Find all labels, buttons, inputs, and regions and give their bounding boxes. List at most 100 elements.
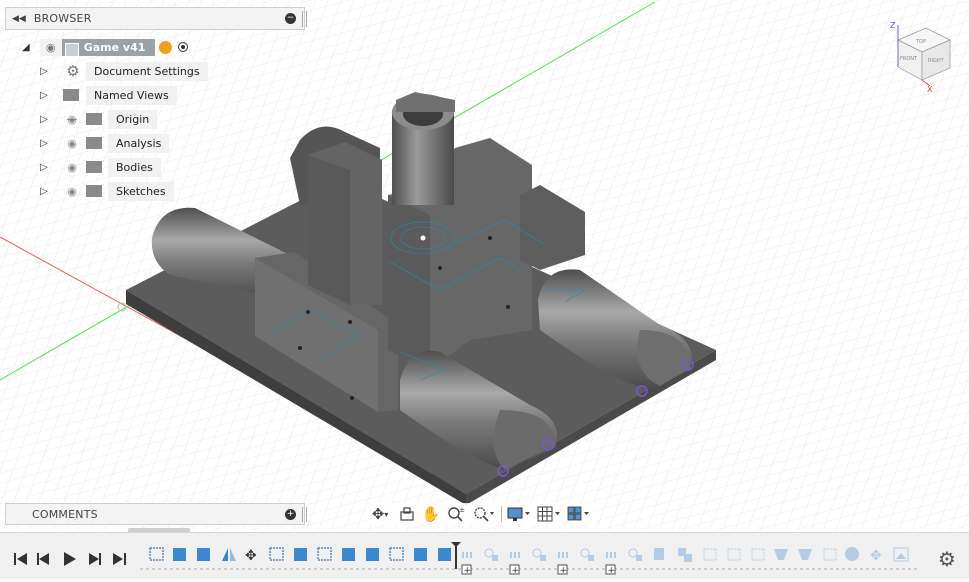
- svg-text:✥: ✥: [870, 548, 882, 564]
- expand-triangle-icon[interactable]: ▷: [40, 114, 56, 125]
- timeline-feature-extrude[interactable]: [197, 548, 210, 561]
- eye-icon[interactable]: ◉: [62, 185, 82, 198]
- tree-item-label: Bodies: [108, 157, 161, 177]
- tree-item-label: Sketches: [108, 181, 174, 201]
- folder-icon: [63, 89, 79, 101]
- tree-item-label: Document Settings: [86, 61, 208, 81]
- timeline-feature-joint[interactable]: [532, 548, 546, 561]
- add-comment-icon[interactable]: +: [285, 509, 296, 520]
- navigation-toolbar: ✥ ▾ ✋ ±: [367, 503, 596, 525]
- tree-item-named-views[interactable]: ▷ Named Views: [40, 84, 177, 106]
- timeline-feature-joint[interactable]: [628, 548, 642, 561]
- timeline-feature-sketch[interactable]: [703, 548, 717, 561]
- timeline-feature-mirror[interactable]: [222, 548, 236, 561]
- tree-root-game[interactable]: ◢ ◉ Game v41: [22, 36, 189, 58]
- timeline-feature-extrude[interactable]: [173, 548, 186, 561]
- browser-title: BROWSER: [33, 12, 92, 25]
- timeline-feature-extrude[interactable]: [294, 548, 307, 561]
- cube-right-label: RIGHT: [928, 58, 945, 64]
- timeline-marker[interactable]: [451, 542, 461, 569]
- display-settings-icon[interactable]: [506, 504, 532, 524]
- expand-triangle-icon[interactable]: ▷: [40, 66, 56, 77]
- expand-triangle-icon[interactable]: ▷: [40, 162, 56, 173]
- root-component[interactable]: Game v41: [61, 38, 156, 57]
- gear-icon: ⚙: [66, 62, 80, 80]
- timeline-feature-plane[interactable]: [774, 549, 788, 560]
- eye-hidden-icon[interactable]: ◉: [62, 113, 82, 126]
- eye-icon[interactable]: ◉: [39, 38, 62, 56]
- timeline-feature-extrude[interactable]: [342, 548, 355, 561]
- next-icon[interactable]: [89, 553, 101, 565]
- timeline-feature-sketch[interactable]: [727, 548, 741, 561]
- orbit-icon[interactable]: ✥ ▾: [367, 504, 393, 524]
- timeline-feature-extrude[interactable]: [366, 548, 379, 561]
- cube-front-label: FRONT: [900, 56, 918, 62]
- expand-triangle-icon[interactable]: ▷: [40, 186, 56, 197]
- svg-text:±: ±: [459, 506, 465, 514]
- collapse-triangle-icon[interactable]: ◢: [22, 42, 30, 53]
- expand-triangle-icon[interactable]: ▷: [40, 90, 56, 101]
- timeline-feature-sketch[interactable]: [823, 548, 837, 561]
- timeline-feature-joint[interactable]: [580, 548, 594, 561]
- tree-item-analysis[interactable]: ▷ ◉ Analysis: [40, 132, 170, 154]
- fit-icon[interactable]: [471, 504, 497, 524]
- timeline-feature-joint[interactable]: [484, 548, 498, 561]
- tree-item-origin[interactable]: ▷ ◉ Origin: [40, 108, 158, 130]
- timeline-feature-extrude[interactable]: [414, 548, 427, 561]
- panel-resize-handle[interactable]: [302, 11, 307, 27]
- timeline-settings-icon[interactable]: ⚙: [938, 547, 956, 571]
- tree-item-bodies[interactable]: ▷ ◉ Bodies: [40, 156, 161, 178]
- timeline-feature-image[interactable]: [893, 547, 909, 562]
- svg-text:✥: ✥: [245, 548, 257, 564]
- timeline-feature-joint[interactable]: [606, 552, 616, 558]
- folder-icon: [86, 185, 102, 197]
- browser-panel-header[interactable]: ◀◀ BROWSER −: [5, 7, 307, 30]
- component-icon: [64, 42, 79, 57]
- cube-top-label: TOP: [915, 39, 926, 45]
- panel-minus-icon[interactable]: −: [285, 13, 296, 24]
- tree-item-label: Analysis: [108, 133, 170, 153]
- timeline: ✥ ✥ + + + + ⚙: [14, 542, 956, 576]
- timeline-feature-plane[interactable]: [798, 549, 812, 560]
- panel-resize-handle[interactable]: [302, 507, 307, 522]
- svg-text:+: +: [464, 566, 472, 576]
- previous-icon[interactable]: [37, 553, 49, 565]
- play-icon[interactable]: [64, 552, 76, 566]
- eye-icon[interactable]: ◉: [62, 137, 82, 150]
- tree-item-document-settings[interactable]: ▷ ⚙ Document Settings: [40, 60, 208, 82]
- collapse-panel-icon[interactable]: ◀◀: [12, 14, 26, 24]
- folder-icon: [86, 113, 102, 125]
- timeline-feature-sketch[interactable]: [389, 547, 404, 561]
- timeline-feature-joint[interactable]: [462, 552, 472, 558]
- timeline-feature-joint[interactable]: [510, 552, 520, 558]
- viewports-icon[interactable]: [566, 504, 592, 524]
- timeline-feature-sketch[interactable]: [751, 548, 765, 561]
- svg-text:+: +: [608, 566, 616, 576]
- first-icon[interactable]: [14, 553, 27, 565]
- activate-radio-icon[interactable]: [178, 42, 189, 52]
- timeline-feature-sketch[interactable]: [149, 547, 164, 561]
- eye-icon[interactable]: ◉: [62, 161, 82, 174]
- timeline-feature-move[interactable]: ✥: [870, 548, 882, 564]
- axis-x-label: X: [927, 85, 933, 94]
- zoom-icon[interactable]: ±: [445, 504, 467, 524]
- pan-icon[interactable]: ✋: [421, 504, 441, 524]
- timeline-feature-move[interactable]: ✥: [245, 548, 257, 564]
- comments-panel-header[interactable]: COMMENTS +: [5, 503, 307, 525]
- timeline-feature-sphere[interactable]: [845, 547, 859, 561]
- last-icon[interactable]: [113, 553, 126, 565]
- svg-text:⚙: ⚙: [938, 547, 956, 571]
- timeline-feature-sketch[interactable]: [269, 547, 284, 561]
- grid-icon[interactable]: [536, 504, 562, 524]
- look-at-icon[interactable]: [397, 504, 417, 524]
- folder-icon: [86, 137, 102, 149]
- timeline-feature-joint[interactable]: [558, 552, 568, 558]
- tree-item-sketches[interactable]: ▷ ◉ Sketches: [40, 180, 174, 202]
- timeline-feature-extrude[interactable]: [438, 548, 451, 561]
- svg-text:+: +: [512, 566, 520, 576]
- expand-triangle-icon[interactable]: ▷: [40, 138, 56, 149]
- version-badge-icon[interactable]: [159, 40, 173, 54]
- timeline-feature-joint[interactable]: [654, 548, 664, 560]
- timeline-feature-joint[interactable]: [678, 548, 692, 562]
- timeline-feature-sketch[interactable]: [317, 547, 332, 561]
